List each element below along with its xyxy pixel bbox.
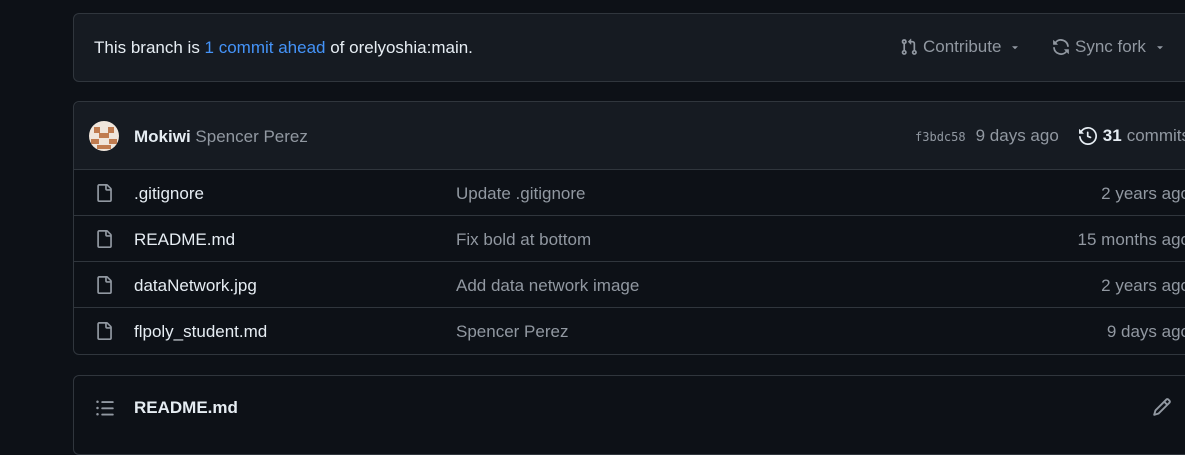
file-row[interactable]: README.md Fix bold at bottom 15 months a… [74,216,1185,262]
file-name[interactable]: .gitignore [134,184,204,204]
file-commit-message[interactable]: Spencer Perez [456,322,568,342]
branch-status-banner: This branch is 1 commit ahead of orelyos… [73,13,1185,82]
list-unordered-icon[interactable] [95,398,115,418]
file-name[interactable]: README.md [134,230,235,250]
readme-title[interactable]: README.md [134,398,238,418]
sync-icon [1053,39,1069,55]
sync-fork-button[interactable]: Sync fork [1052,37,1171,57]
file-commit-message[interactable]: Add data network image [456,276,639,296]
file-age: 2 years ago [1101,184,1185,203]
file-icon [97,276,112,294]
sync-fork-label: Sync fork [1075,37,1146,56]
file-commit-message[interactable]: Update .gitignore [456,184,585,204]
file-name[interactable]: flpoly_student.md [134,322,267,342]
file-browser: Mokiwi Spencer Perez f3bdc58 9 days ago … [73,101,1185,355]
file-commit-message[interactable]: Fix bold at bottom [456,230,591,250]
branch-status-suffix: of orelyoshia:main. [325,38,473,57]
file-age: 9 days ago [1106,322,1185,341]
commit-author-line: Mokiwi Spencer Perez [134,127,308,147]
commit-sha[interactable]: f3bdc58 [915,130,966,144]
readme-panel: README.md [73,375,1185,455]
git-pull-request-icon [901,38,917,55]
file-name[interactable]: dataNetwork.jpg [134,276,257,296]
latest-commit-header: Mokiwi Spencer Perez f3bdc58 9 days ago … [74,102,1185,170]
commit-count-label: commits [1126,126,1185,145]
file-icon [97,322,112,340]
file-age: 2 years ago [1101,276,1185,295]
branch-status-text: This branch is 1 commit ahead of orelyos… [94,38,473,58]
file-row[interactable]: flpoly_student.md Spencer Perez 9 days a… [74,308,1185,354]
file-row[interactable]: .gitignore Update .gitignore 2 years ago [74,170,1185,216]
commit-author[interactable]: Mokiwi [134,127,191,146]
file-icon [97,230,112,248]
commit-count: 31 [1102,126,1122,145]
history-icon [1078,127,1097,145]
file-icon [97,184,112,202]
commits-ahead-link[interactable]: 1 commit ahead [205,38,326,57]
caret-down-icon [1012,46,1019,50]
branch-status-prefix: This branch is [94,38,205,57]
caret-down-icon [1157,46,1163,50]
avatar[interactable] [89,121,119,151]
commit-history-link[interactable]: 31 commits [1078,126,1185,146]
contribute-label: Contribute [923,37,1002,56]
commit-age: 9 days ago [975,126,1059,145]
commit-meta: f3bdc58 9 days ago 31 commits [915,126,1185,146]
commit-message[interactable]: Spencer Perez [195,127,307,146]
file-row[interactable]: dataNetwork.jpg Add data network image 2… [74,262,1185,308]
file-age: 15 months ago [1077,230,1185,249]
contribute-button[interactable]: Contribute [900,37,1026,57]
pencil-icon[interactable] [1152,397,1172,417]
